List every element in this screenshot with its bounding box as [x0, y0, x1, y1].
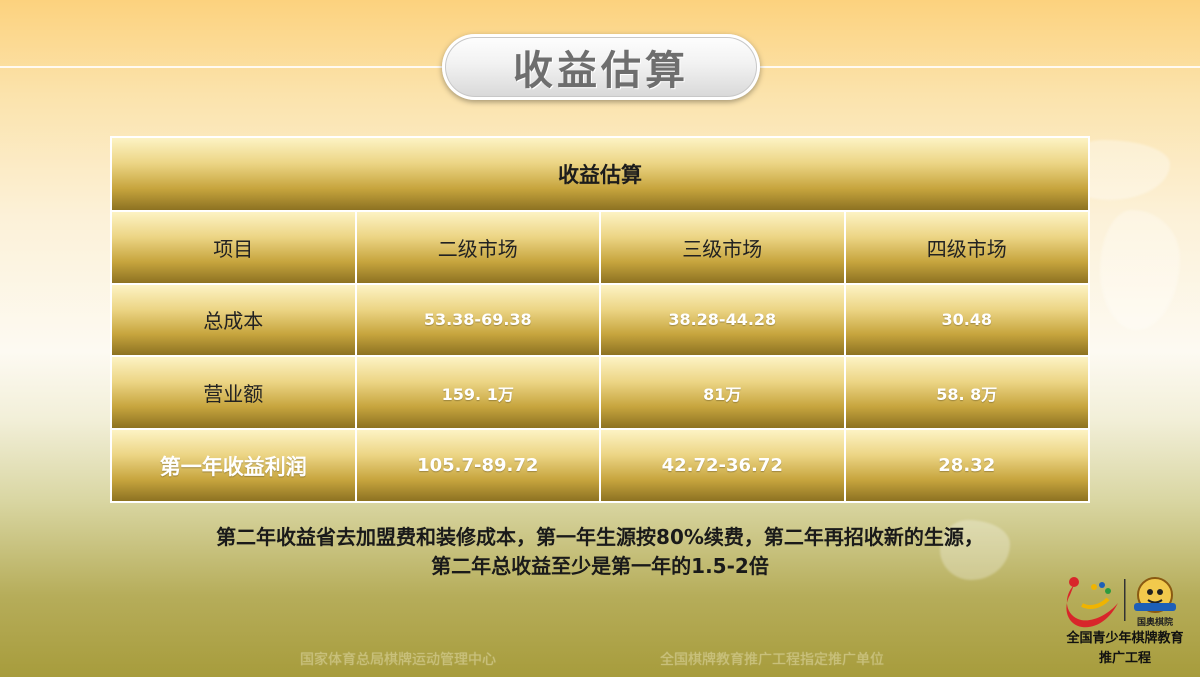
table-row: 总成本 53.38-69.38 38.28-44.28 30.48: [112, 284, 1088, 356]
title-rule-left: [0, 66, 442, 68]
estimate-table: 收益估算 项目 二级市场 三级市场 四级市场 总成本 53.38-69.38 3…: [110, 136, 1090, 503]
header-tier3-market: 三级市场: [601, 211, 844, 283]
cell-value: 53.38-69.38: [356, 284, 599, 356]
table-title: 收益估算: [112, 138, 1088, 210]
slide: 收益估算 收益估算 项目 二级市场 三级市场 四级市场 总成本 53.38-69…: [0, 0, 1200, 677]
title-banner: 收益估算: [442, 34, 760, 100]
header-tier2-market: 二级市场: [356, 211, 599, 283]
estimate-table-grid: 收益估算 项目 二级市场 三级市场 四级市场 总成本 53.38-69.38 3…: [110, 136, 1090, 503]
world-map-decoration: [1100, 210, 1180, 330]
header-item: 项目: [112, 211, 355, 283]
table-header-row: 项目 二级市场 三级市场 四级市场: [112, 211, 1088, 283]
table-row: 营业额 159. 1万 81万 58. 8万: [112, 357, 1088, 429]
cell-value: 58. 8万: [845, 357, 1088, 429]
cell-value: 159. 1万: [356, 357, 599, 429]
cell-value: 42.72-36.72: [601, 430, 844, 501]
table-row: 第一年收益利润 105.7-89.72 42.72-36.72 28.32: [112, 430, 1088, 501]
row-label-revenue: 营业额: [112, 357, 355, 429]
note-line-2: 第二年总收益至少是第一年的1.5-2倍: [431, 554, 769, 578]
logo-caption-line-2: 推广工程: [1098, 651, 1151, 666]
footer-right-text: 全国棋牌教育推广工程指定推广单位: [660, 652, 884, 668]
logo-caption-line-1: 全国青少年棋牌教育: [1066, 631, 1184, 646]
title-rule-right: [760, 66, 1200, 68]
cell-value: 30.48: [845, 284, 1088, 356]
page-title: 收益估算: [513, 48, 689, 94]
note-line-1: 第二年收益省去加盟费和装修成本，第一年生源按80%续费，第二年再招收新的生源，: [216, 525, 984, 549]
table-title-row: 收益估算: [112, 138, 1088, 210]
cell-value: 81万: [601, 357, 844, 429]
row-label-total-cost: 总成本: [112, 284, 355, 356]
footer-left-text: 国家体育总局棋牌运动管理中心: [300, 652, 496, 668]
cell-value: 105.7-89.72: [356, 430, 599, 501]
cell-value: 28.32: [845, 430, 1088, 501]
cell-value: 38.28-44.28: [601, 284, 844, 356]
figure-head-icon: [1069, 577, 1079, 587]
header-tier4-market: 四级市场: [845, 211, 1088, 283]
row-label-first-year-profit: 第一年收益利润: [112, 430, 355, 501]
